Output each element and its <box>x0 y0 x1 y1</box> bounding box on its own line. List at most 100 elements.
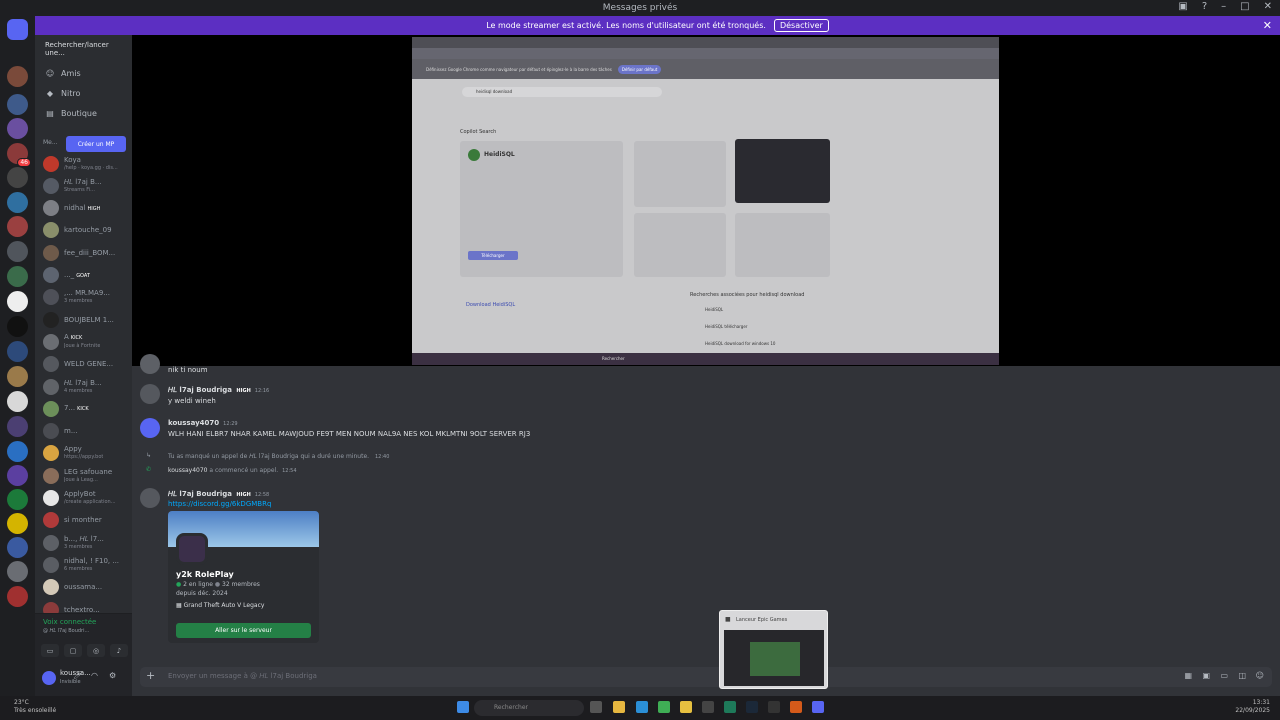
weather-widget[interactable]: 23°C Très ensoleillé <box>14 699 56 715</box>
server-icon[interactable] <box>7 561 28 582</box>
server-icon[interactable]: 46 <box>7 143 31 167</box>
stream-view[interactable]: Définissez Google Chrome comme navigateu… <box>132 35 1280 366</box>
server-icon[interactable] <box>7 192 28 213</box>
emoji-icon[interactable]: ☺ <box>1256 671 1264 680</box>
dm-item[interactable]: BOUJBELM 1... <box>40 309 128 330</box>
server-icon[interactable] <box>7 366 28 387</box>
app-icon[interactable] <box>680 701 692 713</box>
taskbar-preview-popup[interactable]: ■ Lanceur Epic Games <box>719 610 828 689</box>
help-icon[interactable]: ? <box>1202 1 1207 12</box>
avatar[interactable] <box>42 671 56 685</box>
camera-button[interactable]: ▭ <box>41 644 59 657</box>
gift-icon[interactable]: ▣ <box>1202 671 1210 680</box>
dm-item[interactable]: oussama... <box>40 577 128 598</box>
dm-item[interactable]: ,... MR.MA9... 3 membres <box>40 287 128 308</box>
dm-item[interactable]: Koya/help · koya.gg · dis... <box>40 153 128 174</box>
close-button[interactable]: ✕ <box>1264 1 1272 12</box>
server-icon[interactable] <box>7 266 28 287</box>
create-dm-button[interactable]: Créer un MP <box>66 136 126 152</box>
dm-item[interactable]: ApplyBot/create application... <box>40 488 128 509</box>
message-author[interactable]: 𝐻𝐿 l7aj Boudriga HIGH 12:16 <box>168 386 269 395</box>
dm-item[interactable]: 𝐻𝐿 l7aj B... Streams Fi... <box>40 175 128 196</box>
inbox-icon[interactable]: ▣ <box>1178 1 1187 12</box>
epic-games-icon[interactable] <box>768 701 780 713</box>
dm-item[interactable]: 7... KICK <box>40 398 128 419</box>
taskbar-clock[interactable]: 13:31 22/09/2025 <box>1235 699 1270 715</box>
chrome-icon[interactable] <box>658 701 670 713</box>
server-icon[interactable] <box>7 291 28 312</box>
avatar[interactable] <box>140 488 160 508</box>
server-icon[interactable] <box>7 513 28 534</box>
dm-item[interactable]: LEG safouane Joue à Leag... <box>40 465 128 486</box>
mic-icon[interactable]: 🎤︎ <box>73 671 83 680</box>
apps-icon[interactable]: ▦ <box>1184 671 1192 680</box>
file-explorer-icon[interactable] <box>613 701 625 713</box>
soundboard-button[interactable]: ♪ <box>110 644 128 657</box>
edge-icon[interactable] <box>636 701 648 713</box>
dm-item[interactable]: fee_diii_BOM... <box>40 242 128 263</box>
screen-share-button[interactable]: ▢ <box>64 644 82 657</box>
sticker-icon[interactable]: ◫ <box>1238 671 1246 680</box>
maximize-button[interactable]: □ <box>1240 1 1249 12</box>
server-icon[interactable] <box>7 586 28 607</box>
dm-item[interactable]: WELD GENE... <box>40 354 128 375</box>
disable-streamer-button[interactable]: Désactiver <box>773 19 829 32</box>
dm-item[interactable]: kartouche_09 <box>40 220 128 241</box>
server-icon[interactable] <box>7 94 28 115</box>
server-icon[interactable] <box>7 341 28 362</box>
search-input[interactable]: Rechercher/lancer une... <box>42 41 127 57</box>
nav-shop[interactable]: ▤ Boutique <box>41 105 127 121</box>
app-icon[interactable] <box>702 701 714 713</box>
gear-icon[interactable]: ⚙ <box>109 671 116 680</box>
server-icon[interactable] <box>7 167 28 188</box>
avatar[interactable] <box>140 354 160 374</box>
server-icon[interactable] <box>7 489 28 510</box>
close-icon[interactable]: ✕ <box>1263 19 1272 32</box>
discord-home-icon[interactable] <box>7 19 28 40</box>
nav-friends[interactable]: ☺ Amis <box>41 65 127 81</box>
headset-icon[interactable]: ◠ <box>91 671 98 680</box>
windows-start-icon[interactable] <box>457 701 469 713</box>
message-author[interactable]: 𝐻𝐿 l7aj Boudriga HIGH 12:58 <box>168 490 269 499</box>
dm-item[interactable]: Appy https://appy.bot <box>40 443 128 464</box>
dm-item[interactable]: 𝐻𝐿 l7aj B... 4 membres <box>40 376 128 397</box>
server-icon[interactable] <box>7 441 28 462</box>
preview-image <box>724 630 824 686</box>
steam-icon[interactable] <box>746 701 758 713</box>
message-author[interactable]: koussay4070 12:29 <box>168 419 238 427</box>
avatar[interactable] <box>140 418 160 438</box>
attach-plus-icon[interactable]: + <box>146 669 155 682</box>
server-icon[interactable] <box>7 316 28 337</box>
avatar <box>43 155 59 172</box>
dm-item[interactable]: nidhal, ! F10, ... 6 membres <box>40 554 128 575</box>
dm-item[interactable]: m... <box>40 421 128 442</box>
dm-sidebar: Rechercher/lancer une... ☺ Amis ◆ Nitro ▤ B… <box>35 35 132 696</box>
join-server-button[interactable]: Aller sur le serveur <box>176 623 311 638</box>
dm-item[interactable]: si monther <box>40 510 128 531</box>
taskbar-search[interactable]: Rechercher <box>474 700 584 716</box>
server-icon[interactable] <box>7 537 28 558</box>
minimize-button[interactable]: – <box>1221 1 1226 12</box>
avatar[interactable] <box>140 384 160 404</box>
server-icon[interactable] <box>7 216 28 237</box>
discord-taskbar-icon[interactable] <box>812 701 824 713</box>
server-icon[interactable] <box>7 465 28 486</box>
app-icon[interactable] <box>790 701 802 713</box>
server-icon[interactable] <box>7 391 28 412</box>
task-view-icon[interactable] <box>590 701 602 713</box>
message-composer[interactable]: + Envoyer un message à @ 𝐻𝐿 l7aj Boudrig… <box>140 667 1272 687</box>
dm-item[interactable]: A KICK Joue à Fortnite <box>40 331 128 352</box>
dm-item[interactable]: b..., 𝐻𝐿 l7... 3 membres <box>40 532 128 553</box>
server-icon[interactable] <box>7 118 28 139</box>
server-icon[interactable] <box>7 66 28 87</box>
dm-item[interactable]: ..._ GOAT <box>40 265 128 286</box>
nav-nitro[interactable]: ◆ Nitro <box>41 85 127 101</box>
invite-link[interactable]: https://discord.gg/6kDGMBRq <box>168 500 271 508</box>
dm-item[interactable]: nidhal HIGH <box>40 198 128 219</box>
result-title: HeidiSQL <box>484 151 515 158</box>
server-icon[interactable] <box>7 416 28 437</box>
server-icon[interactable] <box>7 241 28 262</box>
gif-icon[interactable]: ▭ <box>1220 671 1228 680</box>
app-icon[interactable] <box>724 701 736 713</box>
activity-button[interactable]: ◎ <box>87 644 105 657</box>
